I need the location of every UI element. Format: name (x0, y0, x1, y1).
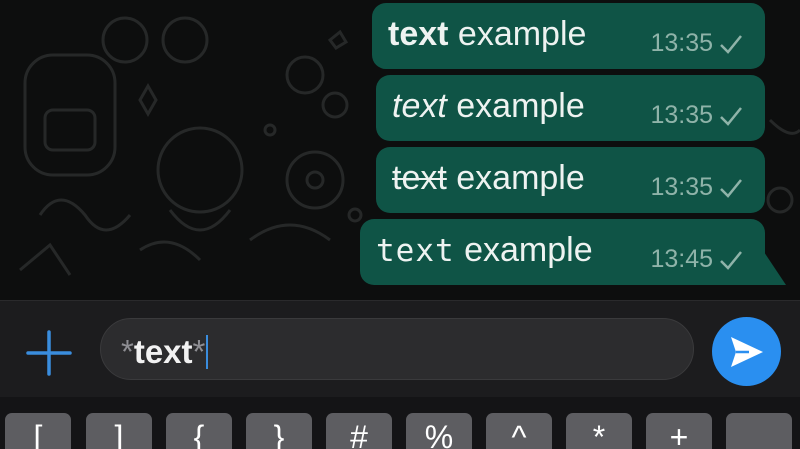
key-asterisk[interactable]: * (566, 413, 632, 449)
key-open-brace[interactable]: { (166, 413, 232, 449)
chat-area: text example 13:35 text example 13:35 te… (0, 0, 800, 300)
message-meta: 13:35 (650, 31, 743, 56)
keyboard: [ ] { } # % ^ * + (0, 397, 800, 449)
message-time: 13:35 (650, 29, 713, 57)
plus-icon (26, 330, 72, 376)
message-bubble-strikethrough[interactable]: text example 13:35 (376, 147, 765, 213)
send-button[interactable] (712, 317, 781, 386)
message-composer: * text * (0, 300, 800, 397)
key-close-bracket[interactable]: ] (86, 413, 152, 449)
checkmark-icon (720, 178, 742, 198)
message-meta: 13:45 (650, 247, 743, 272)
message-time: 13:35 (650, 173, 713, 201)
message-meta: 13:35 (650, 103, 743, 128)
bubble-tail (764, 252, 786, 285)
message-text: text example (376, 231, 593, 269)
key-plus[interactable]: + (646, 413, 712, 449)
message-bubble-monospace[interactable]: text example 13:45 (360, 219, 765, 285)
message-text: text example (392, 159, 585, 197)
key-extra[interactable] (726, 413, 792, 449)
key-caret[interactable]: ^ (486, 413, 552, 449)
key-hash[interactable]: # (326, 413, 392, 449)
checkmark-icon (720, 106, 742, 126)
message-time: 13:35 (650, 101, 713, 129)
key-open-bracket[interactable]: [ (5, 413, 71, 449)
checkmark-icon (720, 34, 742, 54)
message-text: text example (392, 87, 585, 125)
message-bubble-italic[interactable]: text example 13:35 (376, 75, 765, 141)
message-time: 13:45 (650, 245, 713, 273)
checkmark-icon (720, 250, 742, 270)
send-arrow-icon (731, 337, 763, 367)
message-bubble-bold[interactable]: text example 13:35 (372, 3, 765, 69)
key-close-brace[interactable]: } (246, 413, 312, 449)
message-meta: 13:35 (650, 175, 743, 200)
key-percent[interactable]: % (406, 413, 472, 449)
add-attachment-button[interactable] (24, 328, 74, 378)
message-input[interactable]: * text * (100, 318, 694, 380)
message-text: text example (388, 15, 587, 53)
input-text: * text * (121, 333, 209, 371)
text-caret (206, 335, 209, 369)
